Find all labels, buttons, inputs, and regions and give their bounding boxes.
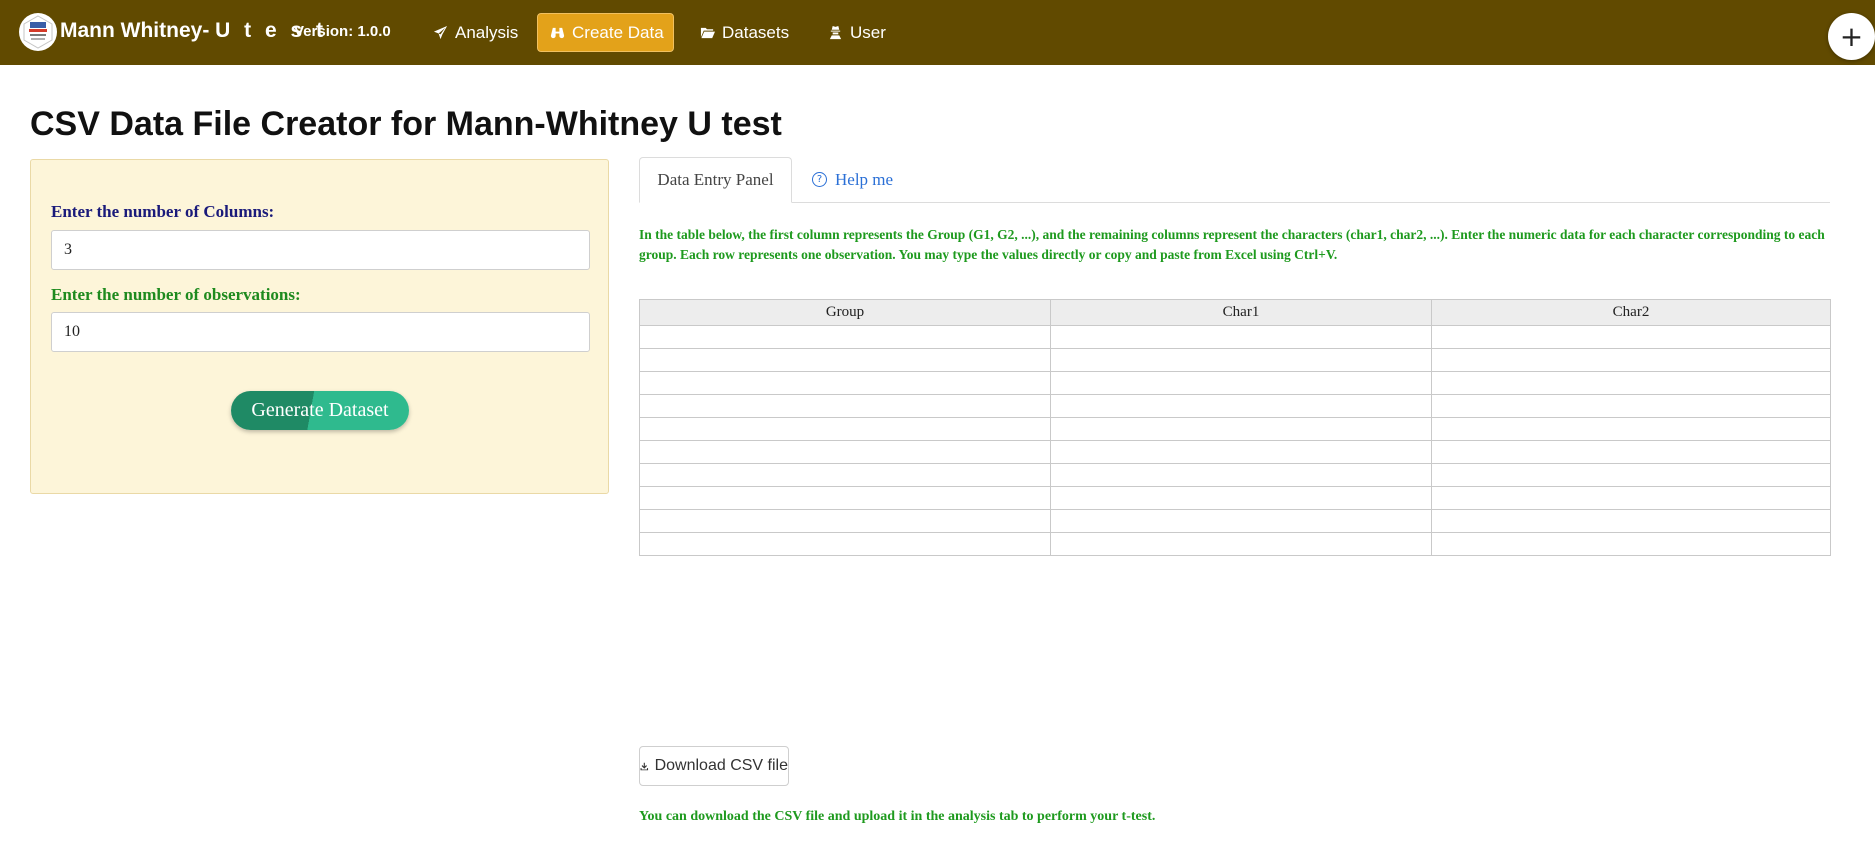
table-cell[interactable] [1050,394,1432,418]
table-cell[interactable] [1431,509,1831,533]
table-cell[interactable] [1431,325,1831,349]
table-cell[interactable] [1050,509,1432,533]
nav-user-label: User [850,22,886,42]
nav-analysis[interactable]: Analysis [421,13,530,52]
table-cell[interactable] [1050,417,1432,441]
table-row [639,532,1831,556]
table-row [639,325,1831,349]
table-row [639,509,1831,533]
table-row [639,417,1831,441]
add-button[interactable]: + [1828,13,1875,60]
table-cell[interactable] [1050,532,1432,556]
brand-main: Mann Whitney- [60,19,216,42]
table-cell[interactable] [1431,463,1831,487]
table-cell[interactable] [639,394,1051,418]
column-header-group[interactable]: Group [639,299,1051,326]
table-row [639,371,1831,395]
paper-plane-icon [433,25,448,40]
download-icon [640,762,649,770]
nav-datasets-label: Datasets [722,22,790,42]
table-cell[interactable] [1050,371,1432,395]
logo-icon [23,15,53,49]
instructions-text: In the table below, the first column rep… [639,227,1825,262]
columns-input[interactable] [51,230,590,270]
folder-open-icon [700,25,715,40]
page-title: CSV Data File Creator for Mann-Whitney U… [30,105,782,143]
table-cell[interactable] [1431,371,1831,395]
nav-create-data[interactable]: Create Data [537,13,674,52]
nav-create-data-label: Create Data [572,22,664,42]
table-row [639,440,1831,464]
table-cell[interactable] [1050,486,1432,510]
table-cell[interactable] [639,348,1051,372]
table-row [639,348,1831,372]
top-navbar: Mann Whitney- U t e s t Version: 1.0.0 A… [0,0,1875,65]
table-cell[interactable] [639,463,1051,487]
nav-analysis-label: Analysis [455,22,519,42]
user-secret-icon [828,25,843,40]
table-cell[interactable] [639,532,1051,556]
table-cell[interactable] [1431,486,1831,510]
observations-label: Enter the number of observations: [51,285,301,304]
table-cell[interactable] [1431,440,1831,464]
table-cell[interactable] [1431,394,1831,418]
observations-input[interactable] [51,312,590,352]
tab-bar: Data Entry Panel ? Help me [639,157,1830,203]
table-cell[interactable] [1050,348,1432,372]
question-circle-icon: ? [812,172,827,187]
generate-dataset-button[interactable]: Generate Dataset [231,391,409,430]
app-brand[interactable]: Mann Whitney- U t e s t [60,19,327,43]
table-cell[interactable] [1431,348,1831,372]
download-note: You can download the CSV file and upload… [639,809,1156,824]
table-cell[interactable] [1431,417,1831,441]
table-row [639,486,1831,510]
binoculars-icon [550,25,565,40]
table-cell[interactable] [639,417,1051,441]
table-cell[interactable] [1050,463,1432,487]
download-csv-button[interactable]: Download CSV file [639,746,789,786]
version-label: Version: 1.0.0 [294,23,391,40]
download-csv-label: Download CSV file [654,757,788,774]
tab-data-entry-panel[interactable]: Data Entry Panel [639,157,792,203]
nav-user[interactable]: User [816,13,898,52]
table-cell[interactable] [639,509,1051,533]
table-cell[interactable] [639,371,1051,395]
app-logo[interactable] [19,13,57,51]
table-cell[interactable] [639,440,1051,464]
column-header-char2[interactable]: Char2 [1431,299,1831,326]
table-row [639,463,1831,487]
table-cell[interactable] [1050,325,1432,349]
settings-panel: Enter the number of Columns: Enter the n… [30,159,609,494]
nav-datasets[interactable]: Datasets [688,13,801,52]
columns-label: Enter the number of Columns: [51,202,275,221]
tab-help-me-label: Help me [835,169,894,189]
table-header-row: Group Char1 Char2 [639,299,1831,326]
table-row [639,394,1831,418]
table-cell[interactable] [1050,440,1432,464]
table-cell[interactable] [639,325,1051,349]
column-header-char1[interactable]: Char1 [1050,299,1432,326]
data-entry-table: Group Char1 Char2 [639,299,1831,556]
table-cell[interactable] [639,486,1051,510]
tab-help-me[interactable]: ? Help me [812,157,893,202]
table-cell[interactable] [1431,532,1831,556]
